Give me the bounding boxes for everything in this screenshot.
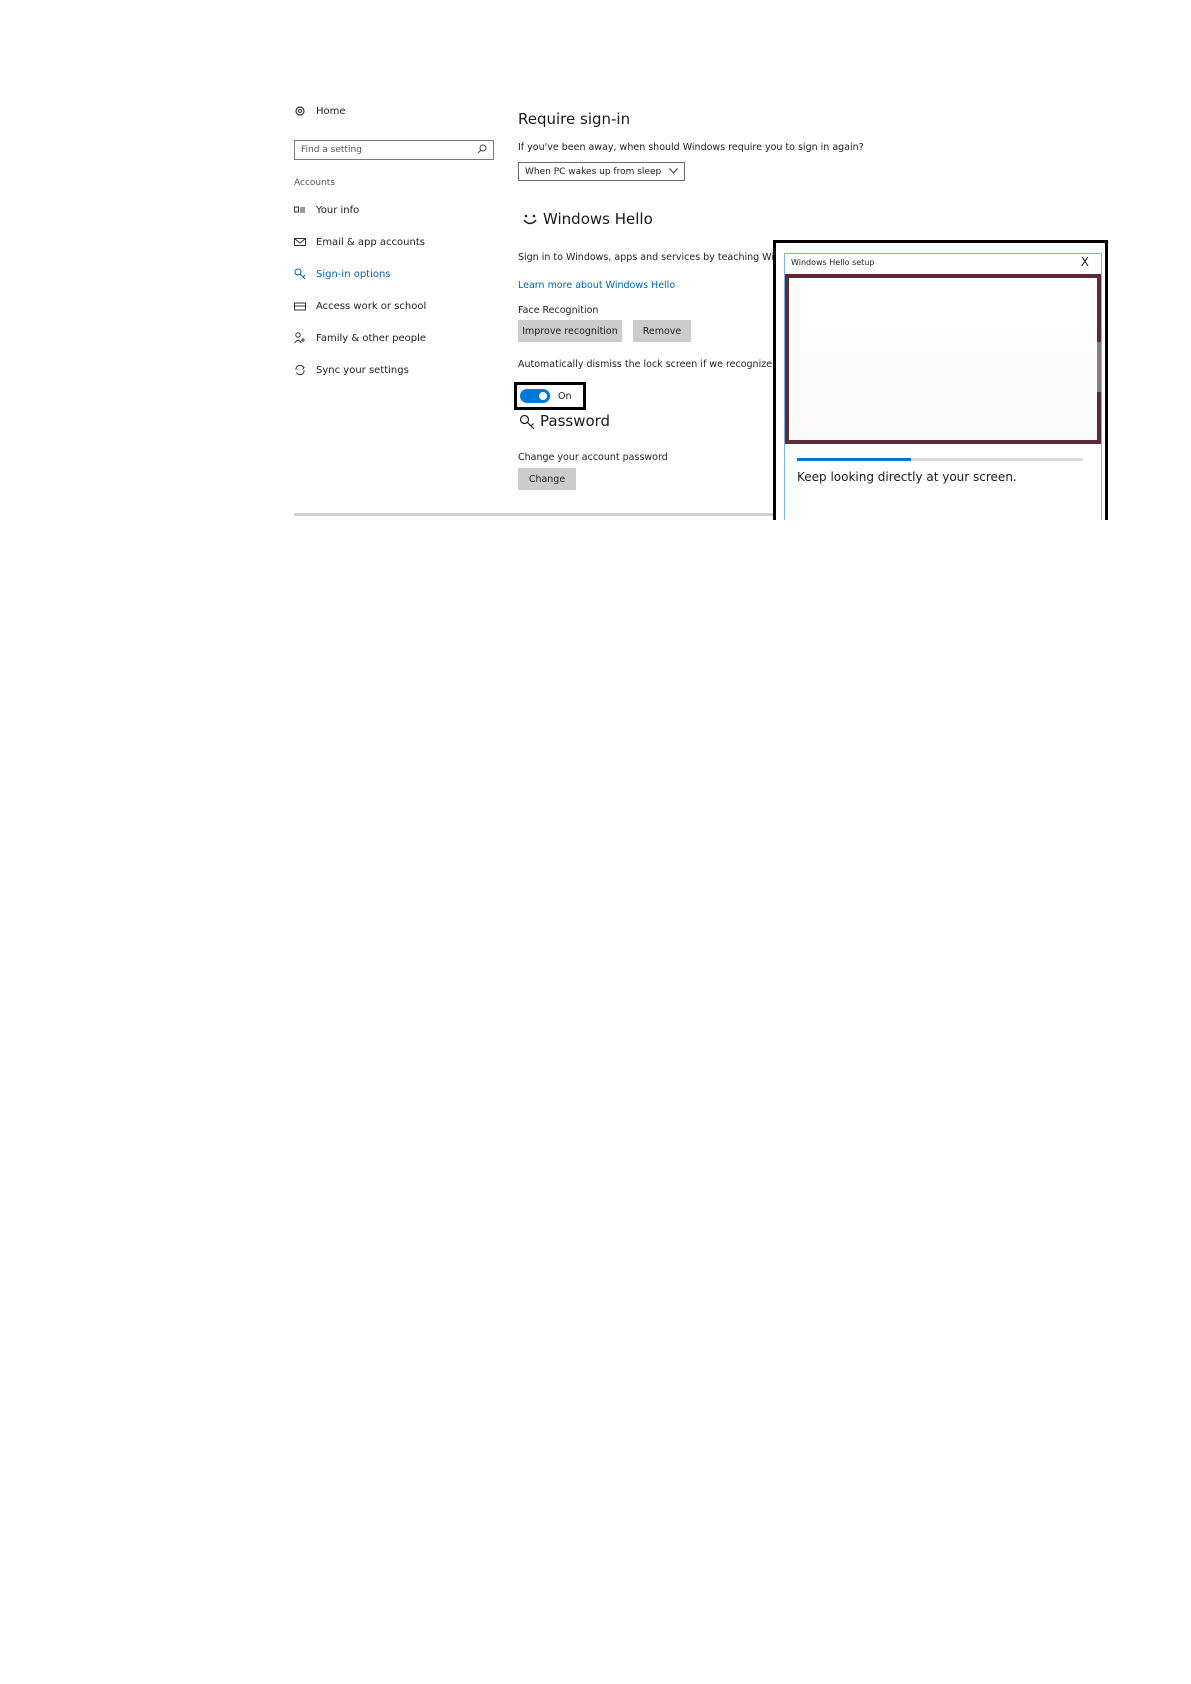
learn-more-link[interactable]: Learn more about Windows Hello (518, 280, 675, 291)
gear-icon (294, 105, 306, 117)
change-password-button[interactable]: Change (518, 468, 576, 490)
dialog-message: Keep looking directly at your screen. (797, 470, 1017, 484)
mail-icon (294, 236, 306, 248)
settings-screenshot: Home Find a setting Accounts Your info E… (290, 100, 1108, 520)
sidebar-item-label: Sign-in options (316, 268, 391, 280)
smiley-icon (522, 212, 538, 231)
search-placeholder: Find a setting (301, 145, 362, 155)
sidebar-item-label: Sync your settings (316, 364, 409, 376)
toggle-state-label: On (558, 390, 572, 402)
sidebar-item-sync[interactable]: Sync your settings (294, 364, 409, 376)
sidebar-item-your-info[interactable]: Your info (294, 204, 359, 216)
toggle-switch[interactable] (520, 389, 550, 403)
key-icon (519, 414, 535, 434)
remove-button[interactable]: Remove (633, 320, 691, 342)
improve-recognition-button[interactable]: Improve recognition (518, 320, 622, 342)
search-icon (477, 144, 487, 157)
sidebar-item-sign-in-options[interactable]: Sign-in options (294, 268, 391, 280)
sidebar-section-accounts: Accounts (294, 178, 336, 188)
sidebar-item-email[interactable]: Email & app accounts (294, 236, 425, 248)
progress-fill (797, 458, 912, 461)
sidebar-item-label: Email & app accounts (316, 236, 425, 248)
auto-dismiss-label: Automatically dismiss the lock screen if… (518, 359, 797, 370)
sidebar-home-label: Home (316, 105, 346, 117)
toggle-knob (539, 392, 547, 400)
sidebar-item-label: Family & other people (316, 332, 427, 344)
close-icon[interactable]: X (1081, 255, 1089, 269)
require-signin-dropdown[interactable]: When PC wakes up from sleep (518, 162, 686, 181)
chevron-down-icon (669, 167, 679, 177)
sidebar-item-label: Your info (316, 204, 360, 216)
search-input[interactable]: Find a setting (294, 140, 494, 160)
setup-progress-bar (797, 458, 1083, 461)
windows-hello-heading: Windows Hello (543, 210, 653, 228)
dialog-window: Windows Hello setup X Keep looking direc… (784, 253, 1102, 520)
camera-preview (785, 274, 1101, 444)
person-add-icon (294, 332, 306, 344)
face-recognition-label: Face Recognition (518, 305, 599, 316)
hello-description: Sign in to Windows, apps and services by… (518, 252, 800, 263)
windows-hello-setup-dialog: Windows Hello setup X Keep looking direc… (773, 240, 1108, 520)
password-description: Change your account password (518, 452, 668, 463)
sidebar-item-label: Access work or school (316, 300, 427, 312)
auto-dismiss-toggle[interactable]: On (514, 382, 586, 410)
require-signin-heading: Require sign-in (518, 110, 631, 128)
sync-icon (294, 364, 306, 376)
sidebar-item-work-school[interactable]: Access work or school (294, 300, 426, 312)
password-heading: Password (540, 412, 611, 430)
briefcase-icon (294, 300, 306, 312)
sidebar-item-family[interactable]: Family & other people (294, 332, 426, 344)
contact-card-icon (294, 204, 306, 216)
key-icon (294, 268, 306, 280)
dialog-title: Windows Hello setup (791, 258, 875, 267)
dropdown-selected: When PC wakes up from sleep (525, 166, 662, 177)
require-signin-question: If you've been away, when should Windows… (518, 142, 864, 153)
camera-edge (1097, 342, 1101, 392)
sidebar-home[interactable]: Home (294, 105, 346, 117)
